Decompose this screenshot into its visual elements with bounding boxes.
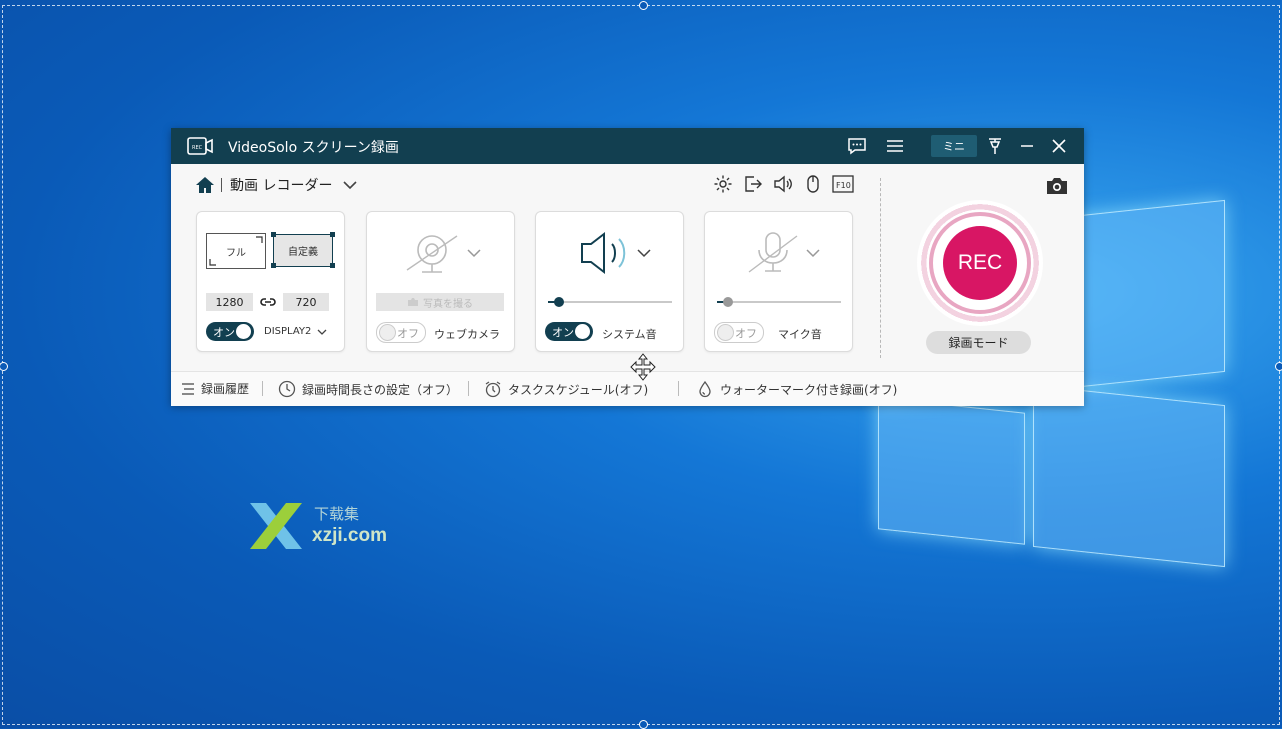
bottom-divider — [468, 381, 469, 396]
svg-text:REC: REC — [192, 145, 203, 151]
speaker-tool-button[interactable] — [772, 173, 794, 195]
system-audio-toggle[interactable]: オン — [545, 322, 593, 341]
window-title: VideoSolo スクリーン録画 — [228, 140, 399, 156]
mic-toggle[interactable]: オフ — [714, 322, 764, 343]
move-cursor-icon — [630, 353, 656, 381]
history-label: 録画履歴 — [201, 382, 250, 396]
vertical-divider — [880, 178, 881, 358]
record-mode-button[interactable]: 録画モード — [926, 331, 1031, 354]
chevron-down-icon[interactable] — [467, 248, 481, 258]
custom-area-option[interactable]: 自定義 — [273, 234, 333, 267]
webcam-disabled-icon[interactable] — [403, 230, 463, 276]
system-volume-slider[interactable] — [548, 297, 672, 307]
mouse-icon — [807, 175, 819, 193]
mic-volume-thumb[interactable] — [723, 297, 733, 307]
pin-icon — [989, 138, 1001, 154]
history-link[interactable]: 録画履歴 — [181, 380, 249, 397]
recorder-mode-label[interactable]: 動画 レコーダー — [230, 175, 332, 195]
exit-icon — [745, 176, 762, 192]
xzji-logo-icon — [250, 503, 302, 549]
alarm-icon — [485, 381, 501, 398]
hamburger-icon — [887, 140, 903, 152]
display-select[interactable]: DISPLAY2 — [264, 326, 311, 337]
task-schedule-link[interactable]: タスクスケジュール(オフ) — [484, 380, 648, 398]
duration-setting-link[interactable]: 録画時間長さの設定（オフ） — [278, 380, 458, 398]
custom-handle — [271, 263, 276, 268]
mic-card: オフ マイク音 — [704, 211, 853, 352]
custom-handle — [330, 263, 335, 268]
mini-mode-button[interactable]: ミニ — [931, 135, 977, 157]
close-icon — [1052, 139, 1066, 153]
snapshot-button[interactable] — [1045, 176, 1069, 200]
height-field[interactable]: 720 — [283, 293, 329, 311]
screen-toggle[interactable]: オン — [206, 322, 254, 341]
width-field[interactable]: 1280 — [206, 293, 253, 311]
camera-icon — [408, 298, 418, 306]
chevron-down-icon[interactable] — [637, 248, 651, 258]
system-audio-toggle-label: オン — [552, 325, 574, 339]
app-logo-icon: REC — [187, 137, 213, 155]
custom-handle — [330, 232, 335, 237]
watermark-text: xzji.com — [312, 525, 387, 546]
gear-icon — [714, 175, 732, 193]
screen-toggle-label: オン — [213, 325, 235, 339]
custom-handle — [271, 232, 276, 237]
clock-icon — [278, 380, 296, 398]
f10-key-icon: F10 — [832, 175, 854, 193]
chat-icon — [848, 138, 866, 155]
water-drop-icon — [699, 380, 711, 398]
system-audio-card: オン システム音 — [535, 211, 684, 352]
settings-button[interactable] — [712, 173, 734, 195]
mic-label: マイク音 — [778, 328, 822, 341]
resize-handle-top[interactable] — [639, 1, 648, 10]
menu-button[interactable] — [884, 134, 906, 158]
watermark-record-link[interactable]: ウォーターマーク付き録画(オフ) — [696, 380, 897, 398]
webcam-label: ウェブカメラ — [434, 328, 500, 341]
screen-card: フル 自定義 1280 720 オン DISPLAY2 — [196, 211, 345, 352]
rec-button[interactable]: REC — [943, 226, 1017, 300]
bottom-divider — [678, 381, 679, 396]
corner-marks-icon — [209, 236, 263, 266]
feedback-button[interactable] — [846, 134, 868, 158]
minimize-icon — [1021, 145, 1033, 147]
link-icon[interactable] — [260, 296, 276, 308]
chevron-down-icon[interactable] — [317, 328, 327, 336]
system-volume-thumb[interactable] — [554, 297, 564, 307]
hotkey-button[interactable]: F10 — [832, 173, 854, 195]
export-button[interactable] — [742, 173, 764, 195]
resize-handle-right[interactable] — [1275, 362, 1282, 371]
watermark-label: ウォーターマーク付き録画(オフ) — [720, 382, 898, 397]
mouse-button[interactable] — [802, 173, 824, 195]
watermark-cn-text: 下载集 — [314, 505, 360, 523]
system-audio-label: システム音 — [602, 328, 657, 341]
minimize-button[interactable] — [1017, 134, 1037, 158]
resize-handle-left[interactable] — [0, 362, 8, 371]
webcam-toggle-label: オフ — [397, 326, 419, 340]
camera-icon — [1047, 178, 1067, 194]
webcam-card: 写真を撮る オフ ウェブカメラ — [366, 211, 515, 352]
take-photo-label: 写真を撮る — [423, 298, 473, 310]
speaker-icon — [774, 175, 792, 193]
pin-button[interactable] — [985, 134, 1005, 158]
chevron-down-icon[interactable] — [342, 179, 358, 191]
desktop-watermark: 下载集 xzji.com — [250, 503, 400, 549]
chevron-down-icon[interactable] — [806, 248, 820, 258]
bottom-divider — [262, 381, 263, 396]
take-photo-button[interactable]: 写真を撮る — [376, 293, 504, 311]
svg-text:F10: F10 — [836, 181, 851, 190]
subbar-divider — [221, 178, 222, 192]
home-icon[interactable] — [195, 175, 215, 195]
duration-label: 録画時間長さの設定（オフ） — [302, 382, 459, 397]
list-icon — [182, 382, 194, 395]
speaker-icon[interactable] — [578, 230, 634, 276]
webcam-toggle[interactable]: オフ — [376, 322, 426, 343]
microphone-disabled-icon[interactable] — [743, 230, 803, 278]
schedule-label: タスクスケジュール(オフ) — [508, 382, 649, 397]
title-bar[interactable]: REC VideoSolo スクリーン録画 ミニ — [171, 128, 1084, 164]
rec-button-ring: REC — [917, 200, 1043, 326]
mic-volume-slider[interactable] — [717, 297, 841, 307]
mic-toggle-label: オフ — [735, 326, 757, 340]
close-button[interactable] — [1049, 134, 1069, 158]
